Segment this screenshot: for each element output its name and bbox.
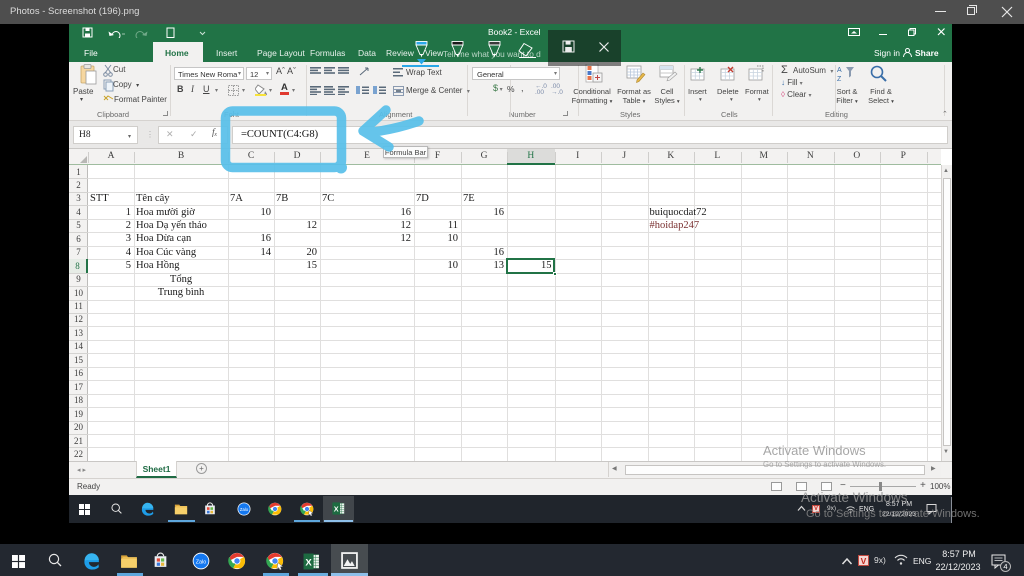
svg-text:X: X xyxy=(334,504,339,513)
svg-text:X: X xyxy=(305,557,312,568)
svg-text:Zalo: Zalo xyxy=(196,560,207,566)
svg-text:Zalo: Zalo xyxy=(240,507,249,512)
svg-text:Z: Z xyxy=(837,76,842,83)
svg-text:A: A xyxy=(837,67,842,74)
